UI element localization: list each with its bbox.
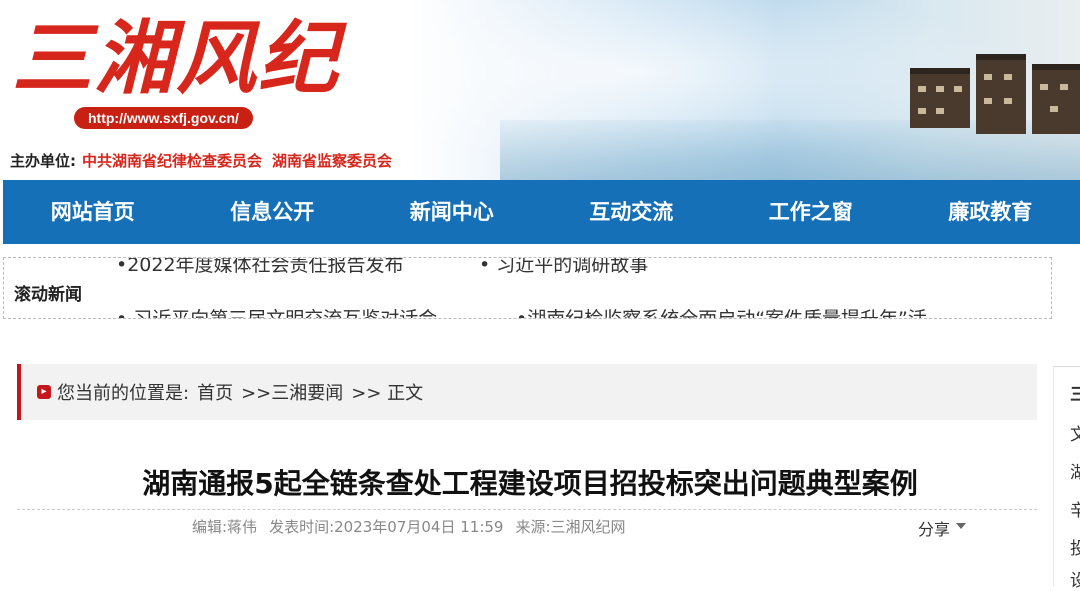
site-logo[interactable]: 三湘风纪: [12, 10, 340, 106]
breadcrumb-current: >> 正文: [351, 379, 423, 405]
article-editor: 编辑:蒋伟: [192, 518, 257, 536]
site-header: 三湘风纪 http://www.sxfj.gov.cn/ 主办单位: 中共湖南省纪…: [0, 0, 1080, 180]
chevron-down-icon: [956, 523, 966, 529]
scroll-news-item[interactable]: • 习近平向第三届文明交流互鉴对话会: [116, 304, 437, 319]
sponsor-line: 主办单位: 中共湖南省纪律检查委员会湖南省监察委员会: [10, 151, 392, 171]
scroll-news-item[interactable]: •湖南纪检监察系统全面启动“案件质量提升年”活: [516, 304, 927, 319]
nav-item-interaction[interactable]: 互动交流: [542, 180, 722, 244]
share-button[interactable]: 分享: [918, 516, 966, 540]
sponsor-org-2: 湖南省监察委员会: [272, 152, 392, 170]
nav-item-news-center[interactable]: 新闻中心: [362, 180, 542, 244]
breadcrumb-home-link[interactable]: 首页: [197, 379, 233, 405]
sidebar-item-fragment[interactable]: 设: [1070, 566, 1080, 591]
scroll-news-label: 滚动新闻: [14, 280, 82, 305]
sidebar-heading-fragment: 三: [1070, 380, 1080, 405]
breadcrumb-prefix: 您当前的位置是:: [57, 379, 189, 405]
nav-item-home[interactable]: 网站首页: [3, 180, 183, 244]
sidebar-item-fragment[interactable]: 辛: [1070, 496, 1080, 521]
sidebar-item-fragment[interactable]: 湖: [1070, 458, 1080, 483]
share-label: 分享: [918, 520, 950, 539]
article-title: 湖南通报5起全链条查处工程建设项目招投标突出问题典型案例: [0, 462, 1060, 502]
article-source: 来源:三湘风纪网: [515, 518, 625, 536]
sponsor-org-1: 中共湖南省纪律检查委员会: [82, 152, 262, 170]
site-url-badge: http://www.sxfj.gov.cn/: [74, 107, 253, 129]
main-nav: 网站首页 信息公开 新闻中心 互动交流 工作之窗 廉政教育: [3, 180, 1080, 244]
nav-item-integrity-education[interactable]: 廉政教育: [901, 180, 1080, 244]
sidebar-item-fragment[interactable]: 文: [1070, 420, 1080, 445]
sponsor-label: 主办单位:: [10, 152, 76, 170]
title-divider: [17, 509, 1037, 510]
banner-village-image: [900, 48, 1080, 168]
article-meta: 编辑:蒋伟发表时间:2023年07月04日 11:59 来源:三湘风纪网: [192, 516, 626, 537]
scroll-news-item[interactable]: •2022年度媒体社会责任报告发布: [116, 257, 404, 277]
sidebar-item-fragment[interactable]: 投: [1070, 534, 1080, 559]
scroll-news-box: 滚动新闻 •2022年度媒体社会责任报告发布 • 习近平的调研故事 • 习近平向…: [3, 257, 1052, 319]
breadcrumb: ▸ 您当前的位置是: 首页 >>三湘要闻 >> 正文: [17, 364, 1037, 420]
scroll-news-item[interactable]: • 习近平的调研故事: [479, 257, 648, 277]
nav-item-info-disclosure[interactable]: 信息公开: [183, 180, 363, 244]
article-published-time: 发表时间:2023年07月04日 11:59: [269, 518, 503, 536]
arrow-right-icon: ▸: [37, 385, 51, 399]
nav-item-work-window[interactable]: 工作之窗: [721, 180, 901, 244]
breadcrumb-section-link[interactable]: >>三湘要闻: [241, 379, 343, 405]
